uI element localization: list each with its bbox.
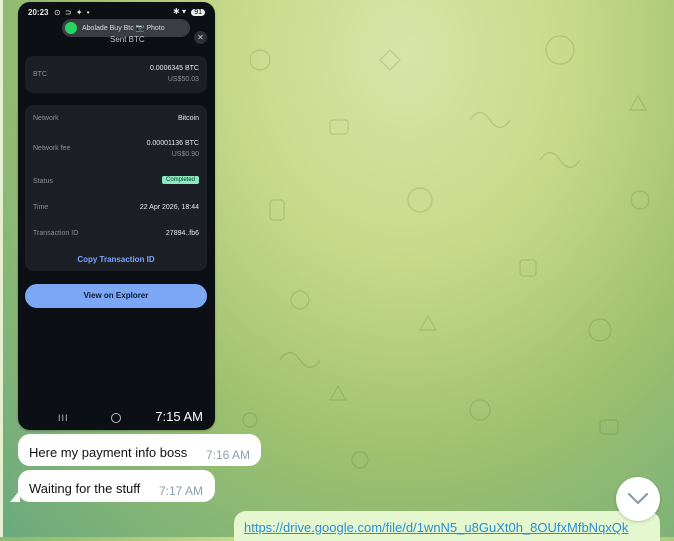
fee-label: Network fee [33,145,71,152]
time-label: Time [33,204,49,211]
txid-value: 27894..fb6 [165,230,199,237]
image-timestamp: 7:15 AM [155,409,203,424]
txid-label: Transaction ID [33,230,79,237]
scroll-to-bottom-button[interactable] [616,477,660,521]
network-value: Bitcoin [177,115,199,122]
signal-icon: ✱ ▾ [173,7,186,16]
battery-icon: 91 [191,9,205,16]
message-bubble[interactable]: Here my payment info boss 7:16 AM [18,434,261,466]
view-on-explorer-button: View on Explorer [25,284,207,308]
drive-link[interactable]: https://drive.google.com/file/d/1wnN5_u8… [244,520,628,535]
status-badge: Completed [161,176,199,184]
btc-label: BTC [33,71,47,78]
btc-amount-card: BTC 0.0006345 BTC US$50.03 [25,56,207,93]
left-edge-strip [0,0,3,537]
copy-transaction-id-link: Copy Transaction ID [77,255,155,264]
transaction-details-card: Network Bitcoin Network fee 0.00001136 B… [25,105,207,271]
phone-status-right: ✱ ▾ 91 [173,7,205,16]
fee-usd: US$0.90 [171,151,199,158]
message-text: Here my payment info boss [29,445,188,460]
message-bubble[interactable]: Waiting for the stuff 7:17 AM [18,470,215,502]
chevron-down-icon [627,492,649,505]
phone-status-time: 20:23 [28,8,49,17]
close-icon: ✕ [194,31,207,44]
notification-text: Abolade Buy Btc 📷 Photo [82,25,165,32]
phone-status-icons: ⊙ ⊃ ✦ • [54,8,91,17]
status-label: Status [33,178,53,185]
recents-icon: III [58,413,69,423]
home-icon [111,413,121,423]
fee-value: 0.00001136 BTC [146,140,199,147]
message-time: 7:17 AM [159,484,204,498]
phone-nav-bar: III 7:15 AM [18,406,215,430]
sheet-title: Sent BTC [110,35,145,44]
network-label: Network [33,115,59,122]
time-value: 22 Apr 2026, 18:44 [139,204,199,211]
btc-usd: US$50.03 [167,76,199,83]
message-time: 7:16 AM [206,448,251,462]
payment-screenshot-image[interactable]: 20:23 ⊙ ⊃ ✦ • ✱ ▾ 91 Abolade Buy Btc 📷 P… [18,2,215,430]
whatsapp-icon [65,22,77,34]
btc-amount: 0.0006345 BTC [149,65,199,72]
message-text: Waiting for the stuff [29,481,141,496]
